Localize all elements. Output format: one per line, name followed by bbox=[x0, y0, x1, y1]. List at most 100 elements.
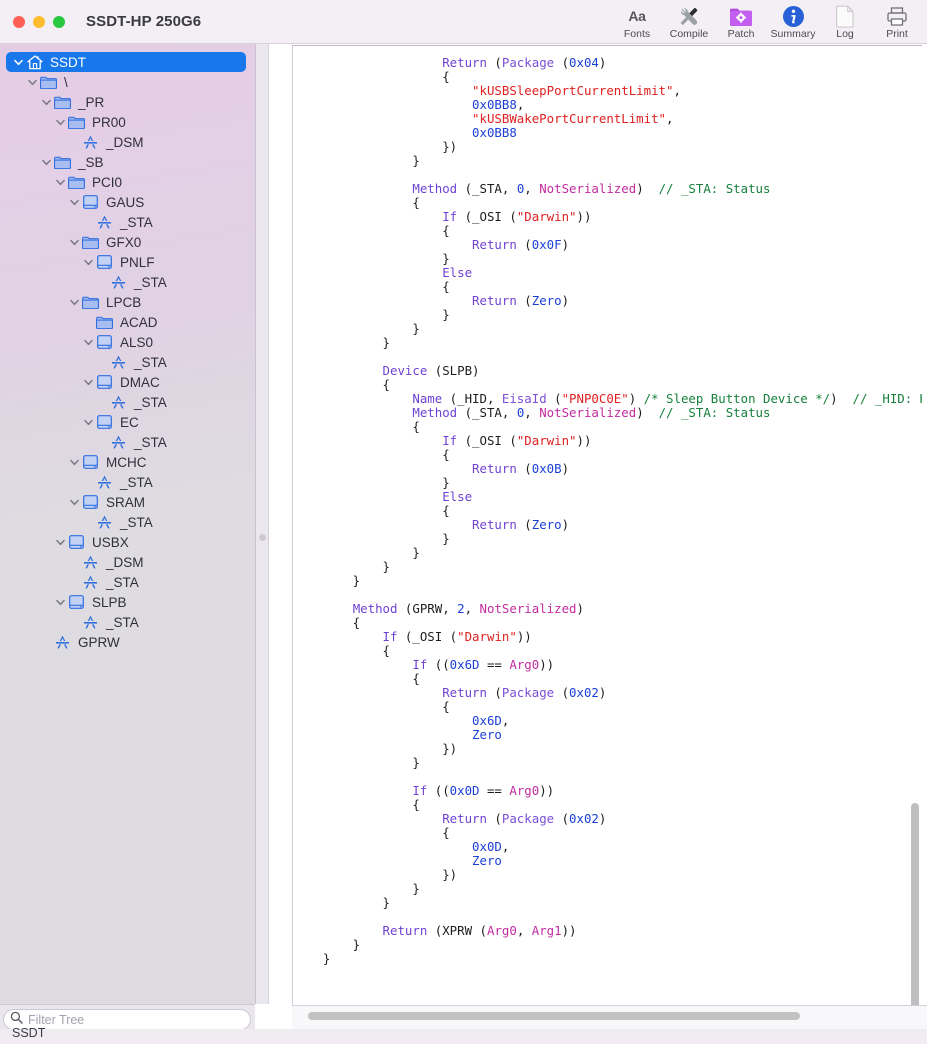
chevron-down-icon[interactable] bbox=[68, 196, 81, 209]
code-token: ( bbox=[516, 237, 532, 252]
code-token: ) bbox=[561, 293, 570, 308]
tree-item-_sta[interactable]: _STA bbox=[0, 512, 255, 532]
tree-item-_sta[interactable]: _STA bbox=[0, 572, 255, 592]
code-token: Zero bbox=[531, 293, 562, 308]
tree-item-dmac[interactable]: DMAC bbox=[0, 372, 255, 392]
editor-horizontal-scrollbar[interactable] bbox=[308, 1012, 800, 1020]
folder-icon bbox=[53, 94, 72, 110]
code-token: 0x6D bbox=[472, 713, 502, 728]
chevron-down-icon[interactable] bbox=[54, 116, 67, 129]
chevron-down-icon[interactable] bbox=[82, 256, 95, 269]
tree-item-_sta[interactable]: _STA bbox=[0, 432, 255, 452]
device-icon bbox=[95, 414, 114, 430]
code-token: ( bbox=[486, 811, 502, 826]
code-token: 0x0BB8 bbox=[472, 97, 517, 112]
chevron-down-icon[interactable] bbox=[82, 416, 95, 429]
code-content[interactable]: Return (Package (0x04) { "kUSBSleepPortC… bbox=[293, 56, 922, 966]
status-text: SSDT bbox=[12, 1026, 46, 1040]
tree-item-_sta[interactable]: _STA bbox=[0, 472, 255, 492]
code-token: } bbox=[293, 895, 390, 910]
code-line: If ((0x0D == Arg0)) bbox=[293, 784, 922, 798]
code-token: Package bbox=[501, 685, 555, 700]
minimize-button-icon[interactable] bbox=[33, 15, 45, 28]
zoom-button-icon[interactable] bbox=[53, 15, 65, 28]
toolbar-button-compile[interactable]: Compile bbox=[663, 0, 715, 44]
code-token: } bbox=[293, 951, 331, 966]
tree-item-_sta[interactable]: _STA bbox=[0, 612, 255, 632]
split-divider[interactable] bbox=[255, 44, 292, 1004]
chevron-down-icon[interactable] bbox=[12, 56, 25, 69]
tree-item-label: _STA bbox=[106, 574, 139, 590]
code-token: 0x02 bbox=[569, 685, 599, 700]
chevron-down-icon[interactable] bbox=[54, 596, 67, 609]
method-icon bbox=[81, 574, 100, 590]
close-button-icon[interactable] bbox=[13, 15, 25, 28]
tree-item-_dsm[interactable]: _DSM bbox=[0, 132, 255, 152]
tree-item-mchc[interactable]: MCHC bbox=[0, 452, 255, 472]
tree-item-usbx[interactable]: USBX bbox=[0, 532, 255, 552]
method-icon bbox=[95, 514, 114, 530]
chevron-down-icon[interactable] bbox=[68, 296, 81, 309]
code-token: , bbox=[666, 111, 674, 126]
tree-item-pr00[interactable]: PR00 bbox=[0, 112, 255, 132]
chevron-down-icon[interactable] bbox=[68, 496, 81, 509]
split-handle-dot-icon[interactable] bbox=[259, 534, 266, 541]
chevron-down-icon[interactable] bbox=[68, 456, 81, 469]
chevron-down-icon[interactable] bbox=[40, 96, 53, 109]
filter-tree-input[interactable] bbox=[28, 1012, 238, 1027]
code-editor[interactable]: Return (Package (0x04) { "kUSBSleepPortC… bbox=[292, 45, 922, 1005]
tree-item-pci0[interactable]: PCI0 bbox=[0, 172, 255, 192]
code-token: ( bbox=[546, 391, 562, 406]
method-icon bbox=[109, 434, 128, 450]
tree-item-_sta[interactable]: _STA bbox=[0, 392, 255, 412]
tree-item-slpb[interactable]: SLPB bbox=[0, 592, 255, 612]
code-token: (_STA, bbox=[457, 405, 517, 420]
editor-vertical-scrollbar[interactable] bbox=[911, 803, 919, 1005]
code-line: } bbox=[293, 336, 922, 350]
toolbar-button-summary[interactable]: Summary bbox=[767, 0, 819, 44]
tree-item-gprw[interactable]: GPRW bbox=[0, 632, 255, 652]
chevron-down-icon[interactable] bbox=[54, 176, 67, 189]
tree-item-ssdt[interactable]: SSDT bbox=[6, 52, 246, 72]
chevron-down-icon[interactable] bbox=[26, 76, 39, 89]
tree-item-sram[interactable]: SRAM bbox=[0, 492, 255, 512]
ssdt-tree[interactable]: SSDT \ _PR PR00 _DSM _SB PCI0 GAUS _STA GFX0 PNLF _… bbox=[0, 52, 255, 652]
tree-item-als0[interactable]: ALS0 bbox=[0, 332, 255, 352]
tree-item-_sta[interactable]: _STA bbox=[0, 212, 255, 232]
tree-item-_sta[interactable]: _STA bbox=[0, 352, 255, 372]
chevron-down-icon[interactable] bbox=[68, 236, 81, 249]
code-line: Method (_STA, 0, NotSerialized) // _STA:… bbox=[293, 406, 922, 420]
code-token: )) bbox=[576, 433, 592, 448]
code-token: { bbox=[293, 643, 390, 658]
tree-item-ec[interactable]: EC bbox=[0, 412, 255, 432]
toolbar-button-print[interactable]: Print bbox=[871, 0, 923, 44]
tree-item-label: GAUS bbox=[106, 194, 145, 210]
code-token: ) bbox=[598, 685, 607, 700]
toolbar-button-patch[interactable]: Patch bbox=[715, 0, 767, 44]
editor-horizontal-scroll-track[interactable] bbox=[292, 1005, 927, 1029]
chevron-down-icon[interactable] bbox=[54, 536, 67, 549]
tree-item-gfx0[interactable]: GFX0 bbox=[0, 232, 255, 252]
code-token: ( bbox=[554, 55, 570, 70]
toolbar-button-log[interactable]: Log bbox=[819, 0, 871, 44]
chevron-down-icon[interactable] bbox=[82, 376, 95, 389]
tree-item-_dsm[interactable]: _DSM bbox=[0, 552, 255, 572]
tree-item-acad[interactable]: ACAD bbox=[0, 312, 255, 332]
chevron-down-icon[interactable] bbox=[40, 156, 53, 169]
tree-item-root[interactable]: \ bbox=[0, 72, 255, 92]
code-token: (_HID, bbox=[442, 391, 502, 406]
tree-item-gaus[interactable]: GAUS bbox=[0, 192, 255, 212]
tree-item-_sta[interactable]: _STA bbox=[0, 272, 255, 292]
tree-item-_pr[interactable]: _PR bbox=[0, 92, 255, 112]
tree-item-lpcb[interactable]: LPCB bbox=[0, 292, 255, 312]
toolbar-button-fonts[interactable]: Aa Fonts bbox=[611, 0, 663, 44]
tree-item-_sb[interactable]: _SB bbox=[0, 152, 255, 172]
tree-item-pnlf[interactable]: PNLF bbox=[0, 252, 255, 272]
chevron-down-icon[interactable] bbox=[82, 336, 95, 349]
code-token: ) bbox=[561, 461, 570, 476]
folder-icon bbox=[39, 74, 58, 90]
